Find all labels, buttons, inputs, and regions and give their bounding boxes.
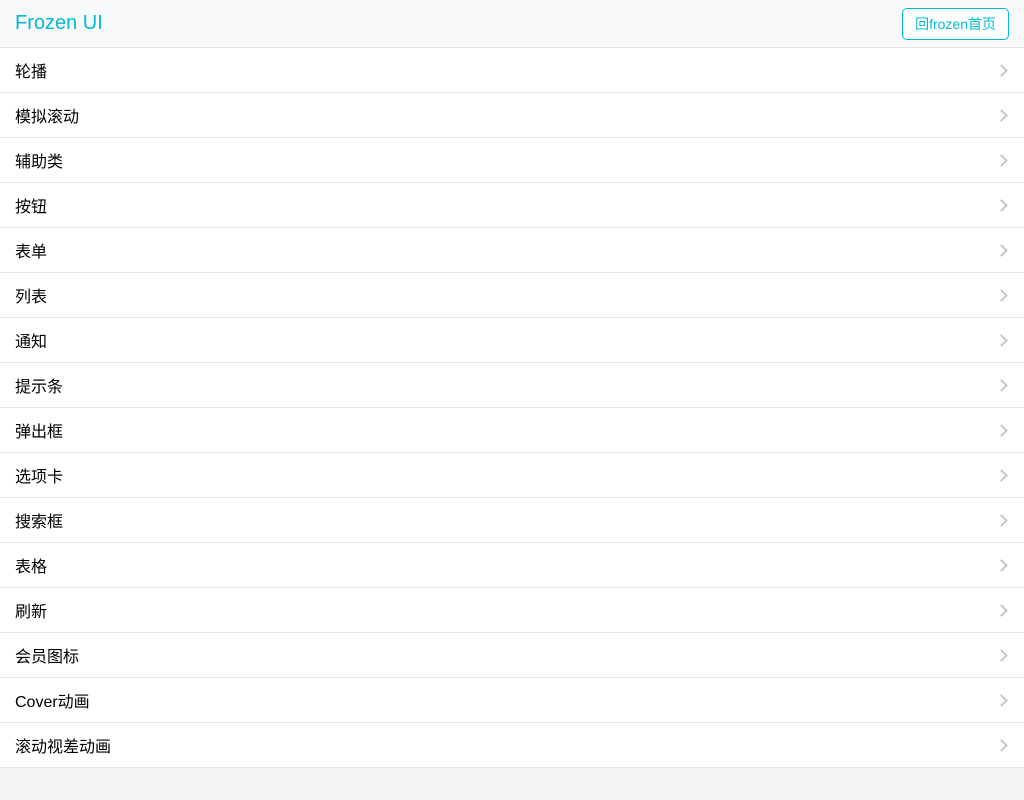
chevron-right-icon <box>995 694 1008 707</box>
list-item-list[interactable]: 列表 <box>0 273 1024 318</box>
list-item-tab[interactable]: 选项卡 <box>0 453 1024 498</box>
list-item-label: 通知 <box>15 328 47 352</box>
list-item-label: 轮播 <box>15 58 47 82</box>
list-item-refresh[interactable]: 刷新 <box>0 588 1024 633</box>
page-title: Frozen UI <box>15 12 103 35</box>
list-item-label: 表格 <box>15 553 47 577</box>
list-item-tip[interactable]: 提示条 <box>0 363 1024 408</box>
list-item-label: 列表 <box>15 283 47 307</box>
chevron-right-icon <box>995 244 1008 257</box>
chevron-right-icon <box>995 604 1008 617</box>
chevron-right-icon <box>995 424 1008 437</box>
chevron-right-icon <box>995 469 1008 482</box>
chevron-right-icon <box>995 64 1008 77</box>
list-item-table[interactable]: 表格 <box>0 543 1024 588</box>
list-item-helper[interactable]: 辅助类 <box>0 138 1024 183</box>
list-item-popup[interactable]: 弹出框 <box>0 408 1024 453</box>
chevron-right-icon <box>995 379 1008 392</box>
list-item-label: 选项卡 <box>15 463 63 487</box>
list-item-label: 辅助类 <box>15 148 63 172</box>
chevron-right-icon <box>995 334 1008 347</box>
list-item-cover-animation[interactable]: Cover动画 <box>0 678 1024 723</box>
list-item-button[interactable]: 按钮 <box>0 183 1024 228</box>
chevron-right-icon <box>995 514 1008 527</box>
chevron-right-icon <box>995 109 1008 122</box>
component-list: 轮播 模拟滚动 辅助类 按钮 表单 列表 通知 提示条 弹出框 选项卡 搜索框 <box>0 48 1024 768</box>
chevron-right-icon <box>995 739 1008 752</box>
list-item-label: 按钮 <box>15 193 47 217</box>
list-item-label: 弹出框 <box>15 418 63 442</box>
list-item-label: Cover动画 <box>15 688 90 712</box>
list-item-search[interactable]: 搜索框 <box>0 498 1024 543</box>
list-item-parallax-animation[interactable]: 滚动视差动画 <box>0 723 1024 768</box>
list-item-label: 提示条 <box>15 373 63 397</box>
header: Frozen UI 回frozen首页 <box>0 0 1024 48</box>
chevron-right-icon <box>995 154 1008 167</box>
chevron-right-icon <box>995 199 1008 212</box>
list-item-label: 刷新 <box>15 598 47 622</box>
list-item-form[interactable]: 表单 <box>0 228 1024 273</box>
list-item-label: 滚动视差动画 <box>15 733 111 757</box>
chevron-right-icon <box>995 649 1008 662</box>
list-item-label: 表单 <box>15 238 47 262</box>
chevron-right-icon <box>995 289 1008 302</box>
list-item-label: 模拟滚动 <box>15 103 79 127</box>
list-item-label: 会员图标 <box>15 643 79 667</box>
list-item-scroll[interactable]: 模拟滚动 <box>0 93 1024 138</box>
list-item-vip-icon[interactable]: 会员图标 <box>0 633 1024 678</box>
list-item-carousel[interactable]: 轮播 <box>0 48 1024 93</box>
list-item-label: 搜索框 <box>15 508 63 532</box>
list-item-notification[interactable]: 通知 <box>0 318 1024 363</box>
back-home-button[interactable]: 回frozen首页 <box>902 8 1009 40</box>
chevron-right-icon <box>995 559 1008 572</box>
